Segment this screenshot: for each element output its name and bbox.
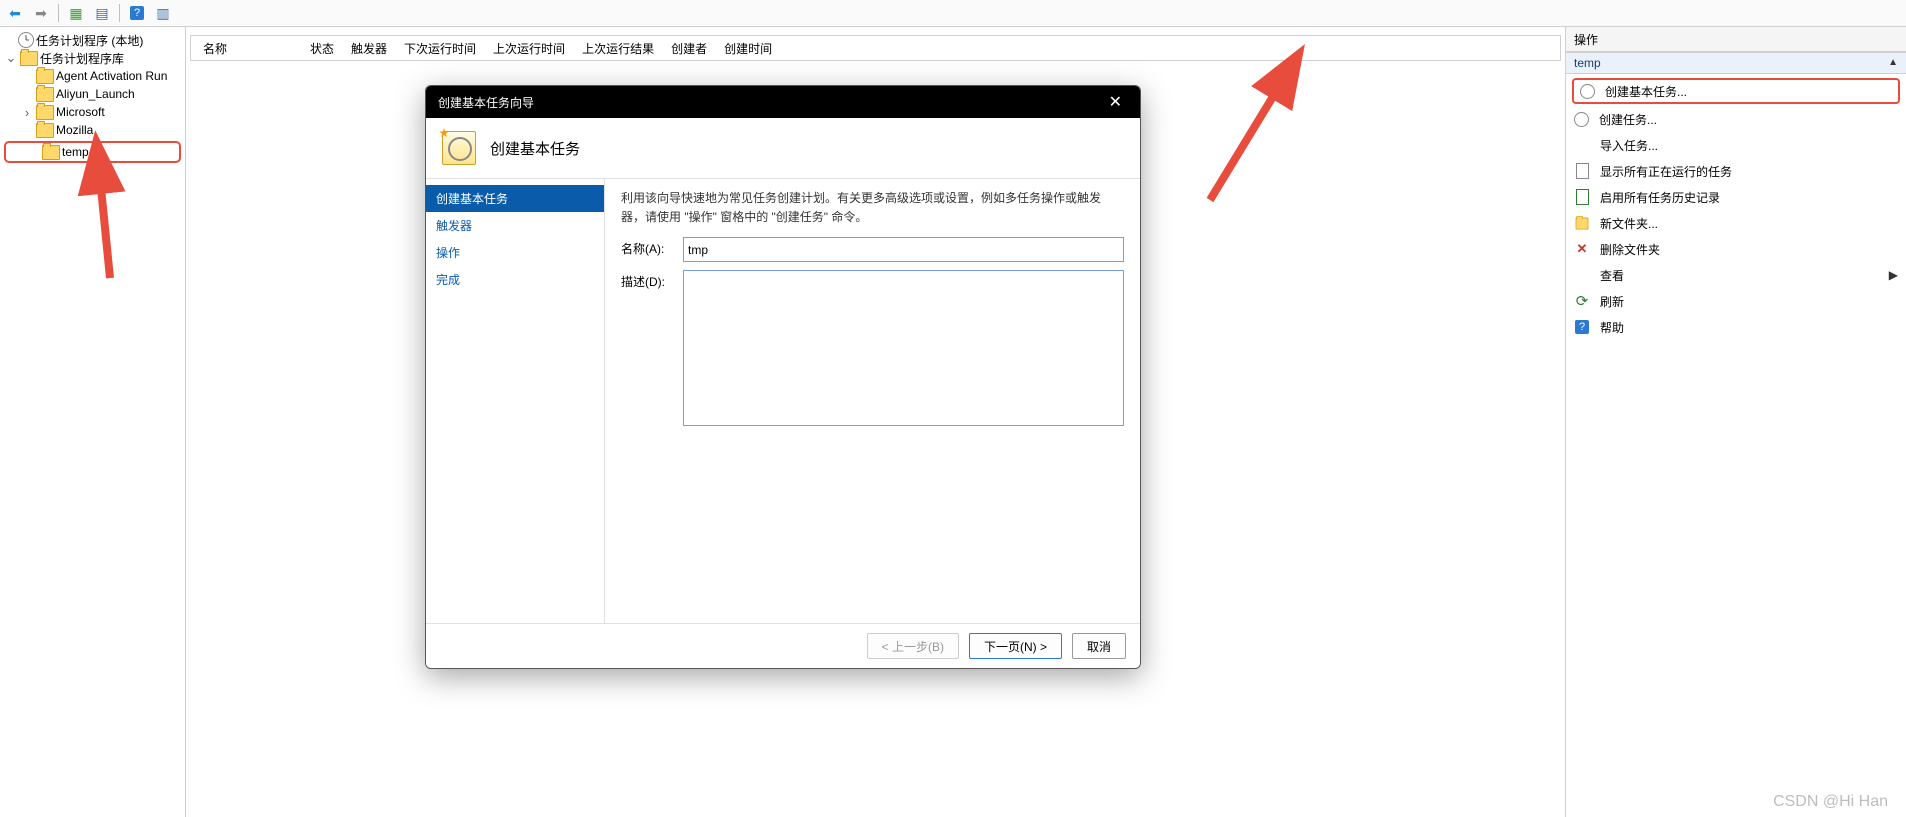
actions-pane: 操作 temp ▲ 创建基本任务... 创建任务... 导入任务...: [1565, 27, 1906, 817]
wizard-step-basic[interactable]: 创建基本任务: [426, 185, 604, 212]
folder-icon: [36, 69, 54, 84]
wizard-footer: < 上一步(B) 下一页(N) > 取消: [426, 623, 1140, 668]
wizard-nav: 创建基本任务 触发器 操作 完成: [426, 179, 605, 623]
action-view[interactable]: 查看 ▶: [1566, 262, 1906, 288]
action-show-running[interactable]: 显示所有正在运行的任务: [1566, 158, 1906, 184]
create-basic-task-wizard: 创建基本任务向导 ✕ 创建基本任务 创建基本任务 触发器 操作 完成 利用该向导…: [425, 85, 1141, 669]
action-label: 创建基本任务...: [1605, 83, 1687, 100]
wizard-step-finish[interactable]: 完成: [426, 266, 604, 293]
wizard-titlebar[interactable]: 创建基本任务向导 ✕: [426, 86, 1140, 118]
actions-group-label: temp: [1574, 56, 1601, 70]
action-help[interactable]: ? 帮助: [1566, 314, 1906, 340]
wizard-step-action[interactable]: 操作: [426, 239, 604, 266]
action-label: 显示所有正在运行的任务: [1600, 163, 1732, 180]
wizard-banner-label: 创建基本任务: [490, 138, 580, 159]
tree-item-label: Agent Activation Run: [56, 69, 167, 83]
col-author[interactable]: 创建者: [667, 40, 720, 57]
clock-icon: [1574, 112, 1589, 127]
wizard-banner: 创建基本任务: [426, 118, 1140, 179]
tree-item[interactable]: Mozilla: [0, 121, 185, 139]
tree-item-label: Mozilla: [56, 123, 93, 137]
document-green-icon: [1576, 189, 1589, 205]
action-label: 删除文件夹: [1600, 241, 1660, 258]
folder-icon: [1576, 217, 1589, 229]
folder-icon: [20, 51, 38, 66]
folder-icon: [36, 87, 54, 102]
desc-textarea[interactable]: [683, 270, 1124, 426]
col-status[interactable]: 状态: [306, 40, 347, 57]
col-created[interactable]: 创建时间: [720, 40, 785, 57]
action-new-folder[interactable]: 新文件夹...: [1566, 210, 1906, 236]
cancel-button[interactable]: 取消: [1072, 633, 1126, 659]
document-icon: [1576, 163, 1589, 179]
folder-icon: [36, 123, 54, 138]
action-label: 导入任务...: [1600, 137, 1658, 154]
wizard-banner-icon: [442, 131, 476, 165]
toolbar: ⬅ ➡ ▦ ▤ ? ▥: [0, 0, 1906, 27]
back-button: < 上一步(B): [867, 633, 959, 659]
next-button[interactable]: 下一页(N) >: [969, 633, 1062, 659]
tree-item-label: Microsoft: [56, 105, 105, 119]
col-trigger[interactable]: 触发器: [347, 40, 400, 57]
blank-icon: [1574, 267, 1590, 283]
tree-root-label: 任务计划程序 (本地): [36, 32, 143, 49]
collapse-icon[interactable]: ▲: [1888, 57, 1898, 68]
col-lastrun[interactable]: 上次运行时间: [489, 40, 578, 57]
wizard-title-label: 创建基本任务向导: [438, 94, 534, 111]
refresh-icon: ⟳: [1574, 293, 1590, 309]
action-import-task[interactable]: 导入任务...: [1566, 132, 1906, 158]
name-input[interactable]: [683, 237, 1124, 262]
wizard-step-trigger[interactable]: 触发器: [426, 212, 604, 239]
tree-item[interactable]: Agent Activation Run: [0, 67, 185, 85]
clock-icon: [18, 32, 34, 48]
action-create-task[interactable]: 创建任务...: [1566, 106, 1906, 132]
folder-icon: [36, 105, 54, 120]
name-label: 名称(A):: [621, 237, 675, 257]
help-button[interactable]: ?: [126, 2, 148, 24]
properties-button[interactable]: ▤: [91, 2, 113, 24]
action-label: 刷新: [1600, 293, 1624, 310]
tree-item[interactable]: Aliyun_Launch: [0, 85, 185, 103]
tree-item[interactable]: › Microsoft: [0, 103, 185, 121]
action-label: 启用所有任务历史记录: [1600, 189, 1720, 206]
action-label: 查看: [1600, 267, 1624, 284]
tree-root[interactable]: 任务计划程序 (本地): [0, 31, 185, 49]
clock-icon: [1580, 84, 1595, 99]
console-tree-button[interactable]: ▦: [65, 2, 87, 24]
chevron-down-icon[interactable]: ⌄: [4, 50, 18, 66]
action-label: 创建任务...: [1599, 111, 1657, 128]
folder-icon: [42, 145, 60, 160]
actions-group-header[interactable]: temp ▲: [1566, 52, 1906, 74]
tree-item-label: temp: [62, 145, 89, 159]
chevron-right-icon: ▶: [1889, 268, 1898, 282]
desc-label: 描述(D):: [621, 270, 675, 290]
navigation-tree: 任务计划程序 (本地) ⌄ 任务计划程序库 Agent Activation R…: [0, 27, 186, 817]
action-enable-history[interactable]: 启用所有任务历史记录: [1566, 184, 1906, 210]
col-name[interactable]: 名称: [199, 40, 306, 57]
chevron-right-icon[interactable]: ›: [20, 105, 34, 120]
watermark: CSDN @Hi Han: [1773, 793, 1888, 811]
export-button[interactable]: ▥: [152, 2, 174, 24]
tree-item-label: Aliyun_Launch: [56, 87, 135, 101]
forward-button[interactable]: ➡: [30, 2, 52, 24]
col-nextrun[interactable]: 下次运行时间: [400, 40, 489, 57]
tree-item-temp[interactable]: temp: [6, 143, 179, 161]
list-header: 名称 状态 触发器 下次运行时间 上次运行时间 上次运行结果 创建者 创建时间: [190, 35, 1561, 61]
action-label: 新文件夹...: [1600, 215, 1658, 232]
tree-library[interactable]: ⌄ 任务计划程序库: [0, 49, 185, 67]
wizard-hint: 利用该向导快速地为常见任务创建计划。有关更多高级选项或设置，例如多任务操作或触发…: [621, 189, 1124, 227]
import-icon: [1574, 137, 1590, 153]
x-icon: ✕: [1574, 241, 1590, 257]
action-create-basic-task[interactable]: 创建基本任务...: [1572, 78, 1900, 104]
action-delete-folder[interactable]: ✕ 删除文件夹: [1566, 236, 1906, 262]
tree-library-label: 任务计划程序库: [40, 50, 124, 67]
help-icon: ?: [1575, 320, 1589, 334]
action-label: 帮助: [1600, 319, 1624, 336]
back-button[interactable]: ⬅: [4, 2, 26, 24]
actions-title: 操作: [1566, 27, 1906, 52]
close-button[interactable]: ✕: [1103, 92, 1128, 112]
action-refresh[interactable]: ⟳ 刷新: [1566, 288, 1906, 314]
wizard-form: 利用该向导快速地为常见任务创建计划。有关更多高级选项或设置，例如多任务操作或触发…: [605, 179, 1140, 623]
col-lastresult[interactable]: 上次运行结果: [578, 40, 667, 57]
